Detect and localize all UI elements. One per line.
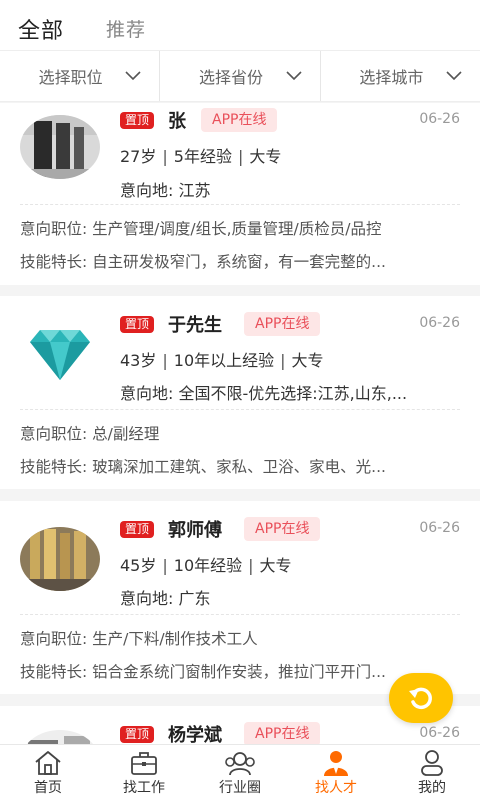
home-icon — [35, 751, 61, 775]
tab-home[interactable]: 首页 — [0, 745, 96, 800]
person-icon — [421, 750, 443, 776]
chevron-down-icon — [125, 71, 141, 81]
refresh-icon — [409, 687, 432, 710]
briefcase-icon — [131, 752, 157, 775]
top-badge: 置顶 — [120, 726, 155, 743]
skills: 技能特长: 自主研发极窄门，系统窗，有一套完整的... — [20, 253, 386, 271]
online-status-badge: APP在线 — [201, 108, 278, 132]
tab-mine[interactable]: 我的 — [384, 745, 480, 800]
divider — [20, 204, 460, 205]
candidate-info: 45岁 | 10年经验 | 大专 — [120, 552, 292, 576]
online-status-badge: APP在线 — [244, 312, 321, 336]
separator: | — [237, 147, 244, 166]
intended-position: 意向职位: 生产管理/调度/组长,质量管理/质检员/品控 — [20, 220, 382, 238]
talent-list[interactable]: 置顶 张 APP在线 06-26 27岁 | 5年经验 | 大专 意向地: 江苏 意向职… — [0, 103, 480, 744]
candidate-age: 27岁 — [120, 147, 157, 166]
candidate-experience: 5年经验 — [173, 147, 232, 166]
avatar — [20, 322, 100, 386]
avatar — [20, 527, 100, 591]
talent-card[interactable]: 置顶 郭师傅 APP在线 06-26 45岁 | 10年经验 | 大专 意向地: 广东 … — [0, 501, 480, 694]
chevron-down-icon — [286, 71, 302, 81]
intended-place: 意向地: 江苏 — [120, 181, 211, 200]
divider — [20, 409, 460, 410]
avatar — [20, 730, 100, 744]
talent-card[interactable]: 置顶 于先生 APP在线 06-26 43岁 | 10年以上经验 | 大专 意向地: 全… — [0, 296, 480, 489]
candidate-education: 大专 — [249, 147, 282, 166]
intended-place: 意向地: 全国不限-优先选择:江苏,山东,... — [120, 384, 408, 403]
intended-position: 意向职位: 总/副经理 — [20, 425, 160, 443]
online-status-badge: APP在线 — [244, 517, 321, 541]
tab-community-label: 行业圈 — [219, 780, 261, 796]
tab-home-label: 首页 — [34, 780, 62, 796]
candidate-education: 大专 — [259, 556, 292, 575]
filter-position[interactable]: 选择职位 — [0, 51, 159, 101]
candidate-name: 郭师傅 — [168, 520, 222, 541]
tab-all[interactable]: 全部 — [18, 13, 64, 45]
avatar — [20, 115, 100, 179]
skills: 技能特长: 玻璃深加工建筑、家私、卫浴、家电、光... — [20, 458, 386, 476]
chevron-down-icon — [446, 71, 462, 81]
candidate-age: 45岁 — [120, 556, 157, 575]
divider — [20, 614, 460, 615]
candidate-info: 27岁 | 5年经验 | 大专 — [120, 143, 281, 167]
intended-place: 意向地: 广东 — [120, 589, 211, 608]
top-tab-bar: 全部 推荐 — [0, 0, 480, 50]
talent-card[interactable]: 置顶 张 APP在线 06-26 27岁 | 5年经验 | 大专 意向地: 江苏 意向职… — [0, 103, 480, 285]
candidate-name: 杨学斌 — [168, 725, 222, 744]
candidate-name: 于先生 — [168, 315, 222, 336]
filter-city[interactable]: 选择城市 — [319, 51, 480, 101]
top-badge: 置顶 — [120, 316, 155, 333]
candidate-name: 张 — [168, 111, 186, 132]
filter-province-label: 选择省份 — [198, 68, 263, 87]
top-badge: 置顶 — [120, 521, 155, 538]
post-date: 06-26 — [419, 111, 460, 127]
tab-find-talent-label: 找人才 — [315, 780, 357, 796]
online-status-badge: APP在线 — [244, 722, 321, 744]
intended-position: 意向职位: 生产/下料/制作技术工人 — [20, 630, 258, 648]
tab-find-job[interactable]: 找工作 — [96, 745, 192, 800]
tab-find-talent[interactable]: 找人才 — [288, 745, 384, 800]
tab-mine-label: 我的 — [418, 780, 446, 796]
candidate-experience: 10年以上经验 — [173, 351, 275, 370]
candidate-info: 43岁 | 10年以上经验 | 大专 — [120, 347, 324, 371]
refresh-button[interactable] — [389, 673, 453, 723]
candidate-education: 大专 — [291, 351, 324, 370]
community-icon — [225, 752, 255, 776]
filter-bar: 选择职位 选择省份 选择城市 — [0, 50, 480, 102]
top-badge: 置顶 — [120, 112, 155, 129]
candidate-age: 43岁 — [120, 351, 157, 370]
diamond-icon — [30, 330, 90, 380]
filter-city-label: 选择城市 — [359, 68, 424, 87]
separator: | — [280, 351, 286, 370]
filter-position-label: 选择职位 — [38, 68, 103, 87]
post-date: 06-26 — [419, 315, 460, 331]
post-date: 06-26 — [419, 520, 460, 536]
filter-province[interactable]: 选择省份 — [159, 51, 319, 101]
separator: | — [162, 147, 168, 166]
post-date: 06-26 — [419, 725, 460, 741]
tab-find-job-label: 找工作 — [123, 780, 165, 796]
separator: | — [162, 556, 168, 575]
skills: 技能特长: 铝合金系统门窗制作安装，推拉门平开门... — [20, 663, 386, 681]
bottom-tab-bar: 首页 找工作 行业圈 找人才 我的 — [0, 744, 480, 800]
separator: | — [248, 556, 254, 575]
candidate-experience: 10年经验 — [173, 556, 243, 575]
tab-community[interactable]: 行业圈 — [192, 745, 288, 800]
talent-icon — [324, 751, 348, 776]
tab-recommend[interactable]: 推荐 — [106, 15, 146, 42]
separator: | — [162, 351, 168, 370]
